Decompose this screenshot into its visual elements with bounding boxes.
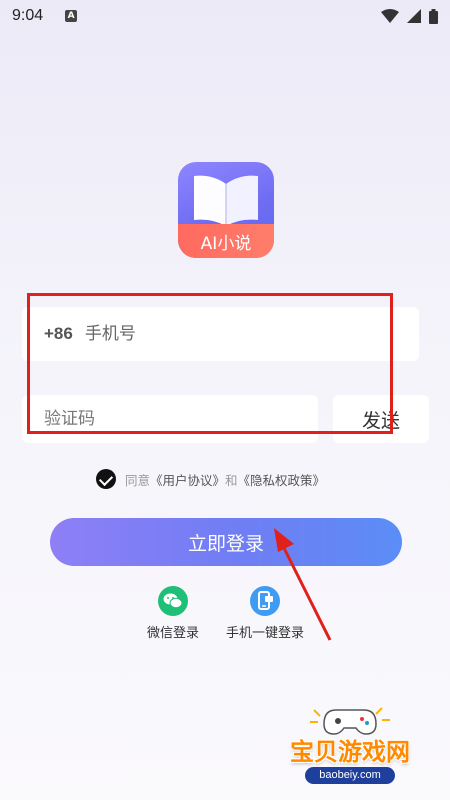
status-time: 9:04	[12, 7, 44, 24]
agree-checkbox[interactable]	[96, 469, 116, 489]
wechat-login-label[interactable]: 微信登录	[143, 622, 203, 641]
agree-prefix: 同意	[125, 472, 151, 488]
privacy-policy-link[interactable]: 《隐私权政策》	[238, 470, 326, 489]
battery-icon	[429, 8, 438, 24]
country-code[interactable]: +86	[44, 324, 73, 344]
wifi-icon	[381, 9, 399, 23]
verification-code-field[interactable]	[22, 395, 318, 443]
status-bar: 9:04 A	[0, 0, 450, 32]
signal-icon	[407, 9, 421, 23]
app-logo: AI小说	[178, 162, 274, 258]
wechat-icon[interactable]	[158, 586, 188, 616]
send-code-button[interactable]: 发送	[333, 395, 429, 443]
onekey-login-label[interactable]: 手机一键登录	[220, 622, 310, 641]
watermark: 宝贝游戏网 baobeiy.com	[270, 700, 430, 790]
watermark-title: 宝贝游戏网	[290, 738, 410, 766]
watermark-url: baobeiy.com	[305, 767, 395, 784]
agreement-row: 同意 《用户协议》 和 《隐私权政策》	[96, 468, 325, 490]
onekey-login[interactable]: 手机一键登录	[220, 586, 310, 641]
verification-code-input[interactable]	[44, 409, 294, 429]
notification-icon: A	[65, 10, 78, 22]
phone-icon[interactable]	[250, 586, 280, 616]
open-book-icon	[194, 175, 258, 226]
logo-text: AI小说	[200, 234, 252, 254]
login-button[interactable]: 立即登录	[50, 518, 402, 566]
phone-input[interactable]	[84, 324, 365, 344]
status-icons	[381, 8, 438, 24]
agree-conjunction: 和	[225, 472, 238, 488]
phone-field[interactable]: +86	[22, 307, 419, 361]
wechat-login[interactable]: 微信登录	[143, 586, 203, 641]
user-agreement-link[interactable]: 《用户协议》	[150, 470, 225, 489]
